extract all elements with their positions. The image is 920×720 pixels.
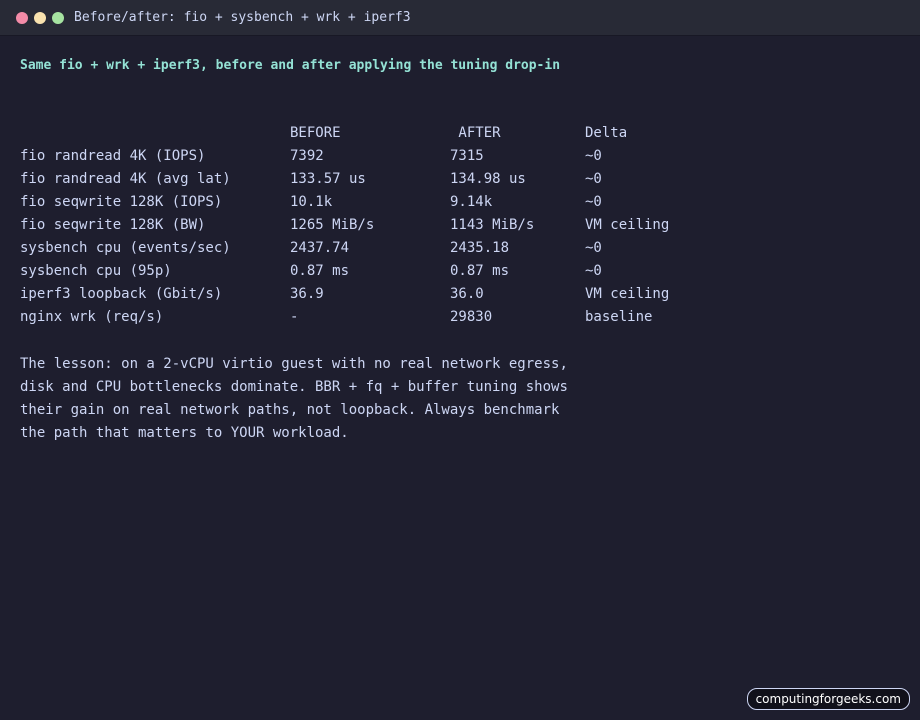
before-value: 36.9 [290,286,324,302]
maximize-button[interactable] [52,12,64,24]
minimize-button[interactable] [34,12,46,24]
before-value: 7392 [290,148,324,164]
lesson-line: The lesson: on a 2-vCPU virtio guest wit… [20,356,568,372]
delta-value: ~0 [585,194,602,210]
delta-value: VM ceiling [585,217,670,233]
table-row: iperf3 loopback (Gbit/s) 36.9 36.0 VM ce… [20,283,669,306]
metric-name: nginx wrk (req/s) [20,309,164,325]
after-value: 29830 [450,309,493,325]
metric-name: sysbench cpu (95p) [20,263,172,279]
title-bar: Before/after: fio + sysbench + wrk + ipe… [0,0,920,36]
metric-name: fio seqwrite 128K (BW) [20,217,206,233]
delta-value: baseline [585,309,653,325]
delta-value: ~0 [585,240,602,256]
after-value: 7315 [450,148,484,164]
metric-name: sysbench cpu (events/sec) [20,240,231,256]
delta-value: ~0 [585,148,602,164]
terminal-window: Before/after: fio + sysbench + wrk + ipe… [0,0,920,720]
delta-value: ~0 [585,263,602,279]
delta-value: VM ceiling [585,286,670,302]
table-header-after: AFTER [450,125,501,141]
table-row: sysbench cpu (events/sec) 2437.74 2435.1… [20,237,602,260]
after-value: 1143 MiB/s [450,217,535,233]
output-heading: Same fio + wrk + iperf3, before and afte… [20,58,561,73]
metric-name: fio randread 4K (avg lat) [20,171,231,187]
window-title: Before/after: fio + sysbench + wrk + ipe… [74,10,411,25]
metric-name: iperf3 loopback (Gbit/s) [20,286,223,302]
before-value: 0.87 ms [290,263,350,279]
table-row: nginx wrk (req/s) - 29830 baseline [20,306,652,329]
table-row: fio seqwrite 128K (IOPS) 10.1k 9.14k ~0 [20,191,602,214]
after-value: 2435.18 [450,240,510,256]
after-value: 0.87 ms [450,263,510,279]
before-value: 133.57 us [290,171,366,187]
close-button[interactable] [16,12,28,24]
table-row: fio randread 4K (IOPS) 7392 7315 ~0 [20,145,602,168]
watermark-badge: computingforgeeks.com [746,688,910,710]
lesson-line: their gain on real network paths, not lo… [20,402,560,418]
lesson-line: the path that matters to YOUR workload. [20,425,349,441]
before-value: 2437.74 [290,240,350,256]
table-header-delta: Delta [585,125,628,141]
after-value: 9.14k [450,194,493,210]
before-value: 1265 MiB/s [290,217,375,233]
metric-name: fio randread 4K (IOPS) [20,148,206,164]
table-row: fio randread 4K (avg lat) 133.57 us 134.… [20,168,602,191]
before-value: - [290,309,299,325]
table-header-row: BEFORE AFTER Delta [20,122,627,145]
lesson-line: disk and CPU bottlenecks dominate. BBR +… [20,379,568,395]
after-value: 36.0 [450,286,484,302]
before-value: 10.1k [290,194,333,210]
delta-value: ~0 [585,171,602,187]
table-row: fio seqwrite 128K (BW) 1265 MiB/s 1143 M… [20,214,669,237]
after-value: 134.98 us [450,171,526,187]
table-row: sysbench cpu (95p) 0.87 ms 0.87 ms ~0 [20,260,602,283]
metric-name: fio seqwrite 128K (IOPS) [20,194,223,210]
table-header-before: BEFORE [290,125,341,141]
